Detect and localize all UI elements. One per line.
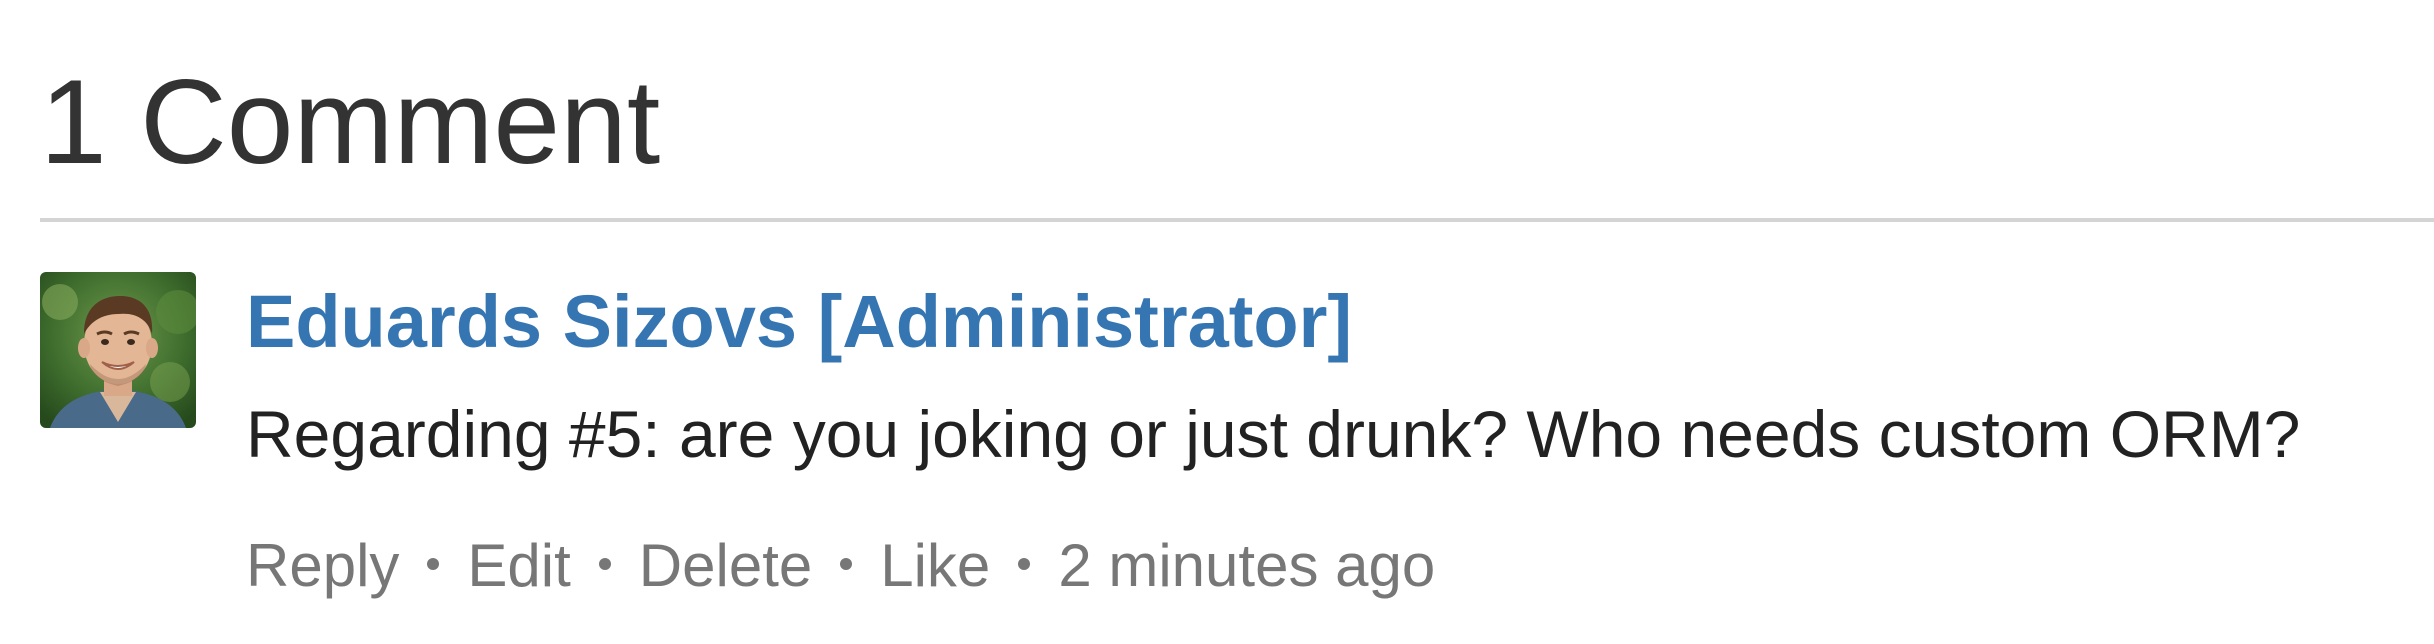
- separator-dot: [598, 558, 611, 571]
- comment: Eduards Sizovs [Administrator] Regarding…: [40, 272, 2434, 612]
- timestamp-link[interactable]: 2 minutes ago: [1058, 532, 1435, 599]
- separator-dot: [1018, 558, 1031, 571]
- delete-link[interactable]: Delete: [639, 532, 812, 599]
- comment-text: Regarding #5: are you joking or just dru…: [246, 397, 2301, 471]
- separator-dot: [840, 558, 853, 571]
- separator-dot: [427, 558, 440, 571]
- divider: [40, 218, 2434, 222]
- comments-count-heading: 1 Comment: [40, 55, 661, 189]
- author-link[interactable]: Eduards Sizovs [Administrator]: [246, 280, 1352, 364]
- user-photo-icon: [40, 272, 196, 428]
- comment-actions: Reply Edit Delete Like 2 minutes ago: [246, 530, 1435, 602]
- edit-link[interactable]: Edit: [467, 532, 570, 599]
- avatar[interactable]: [40, 272, 196, 428]
- comments-section: 1 Comment Eduards Sizovs [Administrator]…: [0, 0, 2434, 644]
- reply-link[interactable]: Reply: [246, 532, 399, 599]
- like-link[interactable]: Like: [880, 532, 990, 599]
